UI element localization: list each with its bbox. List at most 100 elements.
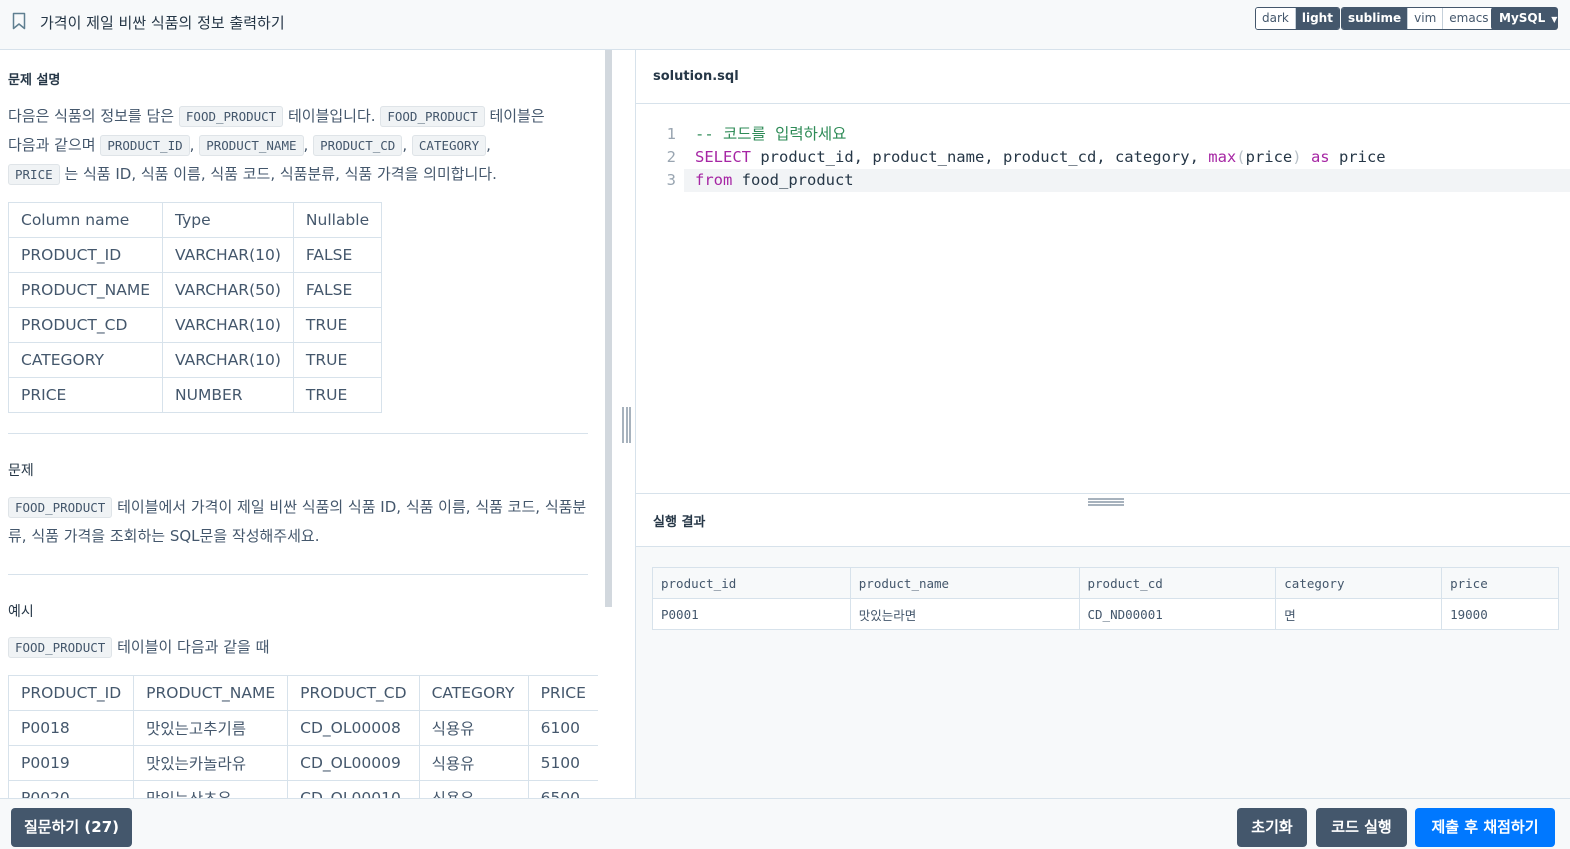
code-line-3[interactable]: 3 from food_product [636,169,1570,192]
schema-cell: TRUE [292,342,383,378]
result-cell: 19000 [1441,598,1559,630]
example-row: P0020맛있는산초유CD_OL00010식용유6500 [7,780,599,798]
top-bar: 가격이 제일 비싼 식품의 정보 출력하기 dark light sublime… [0,0,1570,50]
line-number: 3 [666,171,676,189]
result-column-header: product_cd [1078,567,1277,599]
code-editor[interactable]: 1 -- 코드를 입력하세요 2 SELECT product_id, prod… [636,104,1570,493]
comma: , [486,136,491,154]
keymap-sublime-button[interactable]: sublime [1342,8,1408,29]
example-cell: PRODUCT_NAME [133,675,289,711]
schema-cell: PRODUCT_NAME [7,272,164,308]
example-cell: PRODUCT_ID [7,675,135,711]
example-table: PRODUCT_ID PRODUCT_NAME PRODUCT_CD CATEGORY… [7,675,599,798]
run-code-button[interactable]: 코드 실행 [1316,808,1407,847]
result-title: 실행 결과 [653,515,706,530]
theme-light-button[interactable]: light [1294,8,1339,29]
schema-cell: PRODUCT_CD [7,307,164,343]
example-cell: CD_OL00009 [287,745,420,781]
drag-handle-icon[interactable] [622,407,631,443]
example-cell: P0019 [7,745,135,781]
schema-cell: VARCHAR(50) [162,272,294,308]
schema-cell: Column name [7,202,164,238]
bookmark-icon[interactable] [12,12,26,30]
code-category: CATEGORY [411,135,487,156]
example-heading: 예시 [8,604,34,620]
sql-paren: ) [1292,148,1302,166]
desc-text-2: 테이블입니다. [287,107,376,125]
reset-button[interactable]: 초기화 [1237,808,1307,847]
bottom-bar: 질문하기 (27) 초기화 코드 실행 제출 후 채점하기 [0,798,1570,849]
schema-row: PRODUCT_ID VARCHAR(10) FALSE [7,237,383,273]
result-column-header: product_name [849,567,1080,599]
divider [8,433,588,434]
comma: , [402,136,408,154]
example-cell: P0020 [7,780,135,798]
code-food-product: FOOD_PRODUCT [8,637,113,658]
sql-paren: ( [1236,148,1246,166]
example-cell: CATEGORY [418,675,529,711]
submit-button[interactable]: 제출 후 채점하기 [1415,808,1555,847]
example-text: FOOD_PRODUCT 테이블이 다음과 같을 때 [8,633,598,662]
resize-handle-icon[interactable] [1088,498,1124,506]
sql-keyword: as [1310,148,1330,166]
result-column-header: product_id [652,567,851,599]
code-line-1[interactable]: 1 -- 코드를 입력하세요 [636,123,1570,146]
theme-dark-button[interactable]: dark [1256,8,1295,29]
schema-cell: PRODUCT_ID [7,237,164,273]
desc-text-5: 는 식품 ID, 식품 이름, 식품 코드, 식품분류, 식품 가격을 의미합니… [64,165,497,183]
code-food-product: FOOD_PRODUCT [380,106,485,127]
schema-row: PRODUCT_CD VARCHAR(10) TRUE [7,307,383,343]
result-table: product_id product_name product_cd category… [652,567,1559,630]
sql-text: price [1329,148,1386,166]
schema-cell: FALSE [292,272,383,308]
schema-row: PRODUCT_NAME VARCHAR(50) FALSE [7,272,383,308]
schema-cell: VARCHAR(10) [162,237,294,273]
example-cell: 맛있는카놀라유 [133,745,289,781]
schema-cell: Type [162,202,294,238]
result-header: 실행 결과 [636,493,1570,547]
example-cell: PRODUCT_CD [287,675,420,711]
panel-splitter[interactable] [612,50,636,798]
code-price: PRICE [8,164,60,185]
language-dropdown[interactable]: MySQL ▼ [1491,7,1558,30]
caret-down-icon: ▼ [1551,15,1558,24]
example-row: P0018 맛있는고추기름 CD_OL00008 식용유 6100 [7,710,599,746]
desc-text-1: 다음은 식품의 정보를 담은 [8,107,175,125]
example-cell: 식용유 [418,710,529,746]
line-number: 2 [666,148,676,166]
desc-text-3: 테이블은 [489,107,545,125]
comma: , [303,136,309,154]
keymap-vim-button[interactable]: vim [1407,8,1443,29]
example-cell: P0018 [7,710,135,746]
result-column-header: category [1275,567,1443,599]
code-text: SELECT product_id, product_name, product… [695,146,1386,169]
page-title: 가격이 제일 비싼 식품의 정보 출력하기 [40,14,285,32]
schema-cell: FALSE [292,237,383,273]
result-cell: 면 [1275,598,1443,630]
description-text: 다음은 식품의 정보를 담은 FOOD_PRODUCT 테이블입니다. FOOD… [8,102,598,189]
code-line-2[interactable]: 2 SELECT product_id, product_name, produ… [636,146,1570,169]
example-cell: 6100 [527,710,599,746]
theme-toggle: dark light [1255,7,1340,30]
file-tab: solution.sql [636,50,1570,104]
example-cell: 맛있는고추기름 [133,710,289,746]
problem-panel[interactable]: 문제 설명 다음은 식품의 정보를 담은 FOOD_PRODUCT 테이블입니다… [0,50,605,798]
result-column-header: price [1441,567,1559,599]
file-name: solution.sql [653,69,739,84]
sql-text: product_id, product_name, product_cd, ca… [751,148,1209,166]
result-cell: CD_ND00001 [1078,598,1277,630]
sql-keyword: SELECT [695,148,751,166]
editor-panel: solution.sql 1 -- 코드를 입력하세요 2 SELECT pro… [636,50,1570,798]
result-row: P0001 맛있는라면 CD_ND00001 면 19000 [652,598,1559,630]
sql-function: max [1208,148,1237,166]
left-scrollbar[interactable] [605,50,612,607]
example-row: P0019 맛있는카놀라유 CD_OL00009 식용유 5100 [7,745,599,781]
schema-row: Column name Type Nullable [7,202,383,238]
example-cell: 식용유 [418,780,529,798]
keymap-emacs-button[interactable]: emacs [1442,8,1495,29]
ask-question-button[interactable]: 질문하기 (27) [11,808,132,847]
schema-cell: Nullable [292,202,383,238]
code-food-product: FOOD_PRODUCT [178,106,284,127]
code-comment: -- 코드를 입력하세요 [695,125,847,143]
desc-text-4: 다음과 같으며 [8,136,96,154]
